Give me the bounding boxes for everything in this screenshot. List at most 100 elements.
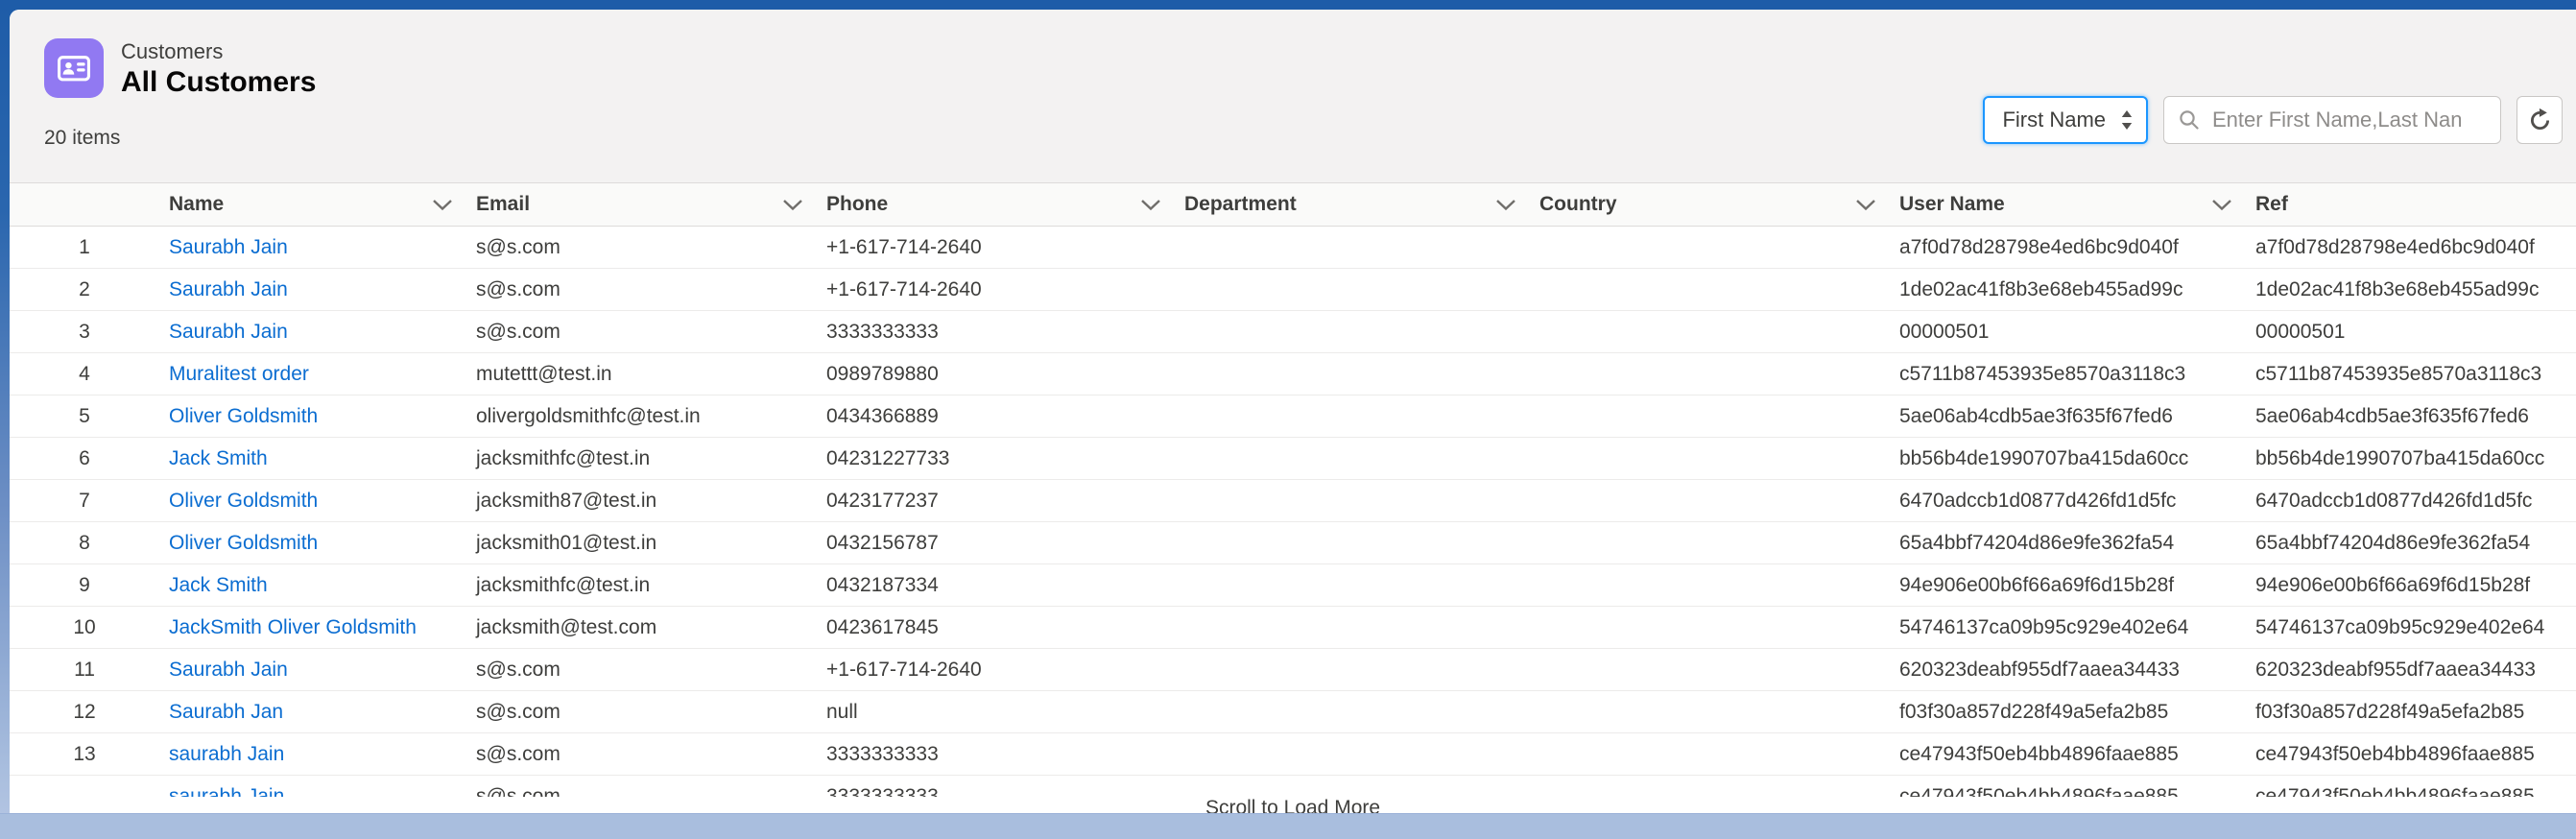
column-header-label: Name [169, 193, 224, 216]
customer-name-link[interactable]: Jack Smith [169, 574, 268, 596]
customer-name-link[interactable]: Saurabh Jain [169, 278, 288, 300]
column-header-label: Department [1184, 193, 1297, 216]
chevron-down-icon[interactable] [2211, 199, 2232, 211]
cell-email: jacksmithfc@test.in [470, 574, 821, 597]
search-field-select[interactable]: First Name [1983, 96, 2148, 144]
cell-name: saurabh Jain [163, 785, 470, 798]
row-number: 4 [10, 363, 163, 386]
cell-phone: 3333333333 [821, 743, 1179, 766]
cell-email: olivergoldsmithfc@test.in [470, 405, 821, 428]
header-controls: First Name [1983, 96, 2563, 144]
cell-email: jacksmithfc@test.in [470, 447, 821, 470]
customer-name-link[interactable]: Oliver Goldsmith [169, 405, 318, 427]
cell-email: jacksmith01@test.in [470, 532, 821, 555]
row-number: 6 [10, 447, 163, 470]
customer-name-link[interactable]: saurabh Jain [169, 785, 284, 798]
cell-ref: ce47943f50eb4bb4896faae885 [2250, 785, 2576, 798]
table-rows: 1 Saurabh Jain s@s.com +1-617-714-2640 a… [10, 227, 2576, 776]
cell-phone: +1-617-714-2640 [821, 278, 1179, 301]
table-row: 4 Muralitest order mutettt@test.in 09897… [10, 353, 2576, 396]
cell-phone: 0423177237 [821, 490, 1179, 513]
cell-username: c5711b87453935e8570a3118c3 [1894, 363, 2250, 386]
customer-name-link[interactable]: Muralitest order [169, 363, 309, 385]
horizontal-scrollbar[interactable] [0, 813, 2576, 839]
cell-phone: 0432187334 [821, 574, 1179, 597]
table-row: 12 Saurabh Jan s@s.com null f03f30a857d2… [10, 691, 2576, 733]
cell-name: saurabh Jain [163, 743, 470, 766]
contact-card-icon [56, 50, 92, 86]
search-input[interactable] [2210, 107, 2487, 133]
column-header[interactable]: Name [163, 183, 470, 226]
cell-email: s@s.com [470, 278, 821, 301]
cell-username: bb56b4de1990707ba415da60cc [1894, 447, 2250, 470]
column-header-label: Email [476, 193, 530, 216]
column-header[interactable]: Ref [2250, 183, 2576, 226]
column-header[interactable]: User Name [1894, 183, 2250, 226]
cell-email: jacksmith87@test.in [470, 490, 821, 513]
table-header-row: Name Email Phone Department Country User… [10, 182, 2576, 227]
cell-phone: 0434366889 [821, 405, 1179, 428]
chevron-down-icon[interactable] [1855, 199, 1876, 211]
table-row: 7 Oliver Goldsmith jacksmith87@test.in 0… [10, 480, 2576, 522]
row-number: 8 [10, 532, 163, 555]
cell-ref: 620323deabf955df7aaea34433 [2250, 659, 2576, 682]
customer-name-link[interactable]: Saurabh Jan [169, 701, 283, 723]
table-row: 2 Saurabh Jain s@s.com +1-617-714-2640 1… [10, 269, 2576, 311]
cell-email: mutettt@test.in [470, 363, 821, 386]
table-row: 3 Saurabh Jain s@s.com 3333333333 000005… [10, 311, 2576, 353]
cell-name: Saurabh Jan [163, 701, 470, 724]
column-header[interactable]: Email [470, 183, 821, 226]
table-row: 9 Jack Smith jacksmithfc@test.in 0432187… [10, 564, 2576, 607]
title-block: Customers All Customers [121, 38, 316, 101]
cell-username: 6470adccb1d0877d426fd1d5fc [1894, 490, 2250, 513]
cell-ref: 94e906e00b6f66a69f6d15b28f [2250, 574, 2576, 597]
column-header-label: User Name [1899, 193, 2005, 216]
chevron-down-icon[interactable] [782, 199, 803, 211]
cell-name: Oliver Goldsmith [163, 490, 470, 513]
object-label: Customers [121, 38, 316, 64]
refresh-button[interactable] [2516, 96, 2563, 144]
customer-name-link[interactable]: Saurabh Jain [169, 659, 288, 681]
customer-name-link[interactable]: JackSmith Oliver Goldsmith [169, 616, 417, 638]
table-row: 6 Jack Smith jacksmithfc@test.in 0423122… [10, 438, 2576, 480]
app-background: Customers All Customers 20 items First N… [0, 0, 2576, 839]
cell-phone: 3333333333 [821, 321, 1179, 344]
cell-phone: 0423617845 [821, 616, 1179, 639]
chevron-down-icon[interactable] [432, 199, 453, 211]
row-number: 2 [10, 278, 163, 301]
cell-username: 1de02ac41f8b3e68eb455ad99c [1894, 278, 2250, 301]
row-number: 9 [10, 574, 163, 597]
customer-name-link[interactable]: saurabh Jain [169, 743, 284, 765]
column-header[interactable]: Department [1179, 183, 1534, 226]
column-header-label: Phone [826, 193, 888, 216]
chevron-down-icon[interactable] [1495, 199, 1516, 211]
customer-name-link[interactable]: Oliver Goldsmith [169, 490, 318, 512]
cell-ref: 6470adccb1d0877d426fd1d5fc [2250, 490, 2576, 513]
search-field-select-value: First Name [2002, 108, 2106, 132]
row-number: 7 [10, 490, 163, 513]
row-number: 13 [10, 743, 163, 766]
row-number: 5 [10, 405, 163, 428]
column-header-label: Country [1539, 193, 1617, 216]
item-count: 20 items [44, 127, 120, 150]
cell-email: s@s.com [470, 701, 821, 724]
search-icon [2178, 108, 2201, 132]
cell-ref: a7f0d78d28798e4ed6bc9d040f [2250, 236, 2576, 259]
cell-name: Oliver Goldsmith [163, 532, 470, 555]
cell-email: s@s.com [470, 659, 821, 682]
chevron-down-icon[interactable] [1140, 199, 1161, 211]
row-number: 12 [10, 701, 163, 724]
customer-name-link[interactable]: Saurabh Jain [169, 321, 288, 343]
customer-name-link[interactable]: Oliver Goldsmith [169, 532, 318, 554]
cell-ref: 5ae06ab4cdb5ae3f635f67fed6 [2250, 405, 2576, 428]
cell-email: s@s.com [470, 785, 821, 798]
row-number-column-header [10, 183, 163, 226]
cell-ref: f03f30a857d228f49a5efa2b85 [2250, 701, 2576, 724]
customer-name-link[interactable]: Jack Smith [169, 447, 268, 469]
column-header[interactable]: Country [1534, 183, 1894, 226]
column-header[interactable]: Phone [821, 183, 1179, 226]
customer-name-link[interactable]: Saurabh Jain [169, 236, 288, 258]
row-number: 11 [10, 659, 163, 682]
load-more-text: Scroll to Load More [10, 797, 2576, 814]
row-number: 10 [10, 616, 163, 639]
